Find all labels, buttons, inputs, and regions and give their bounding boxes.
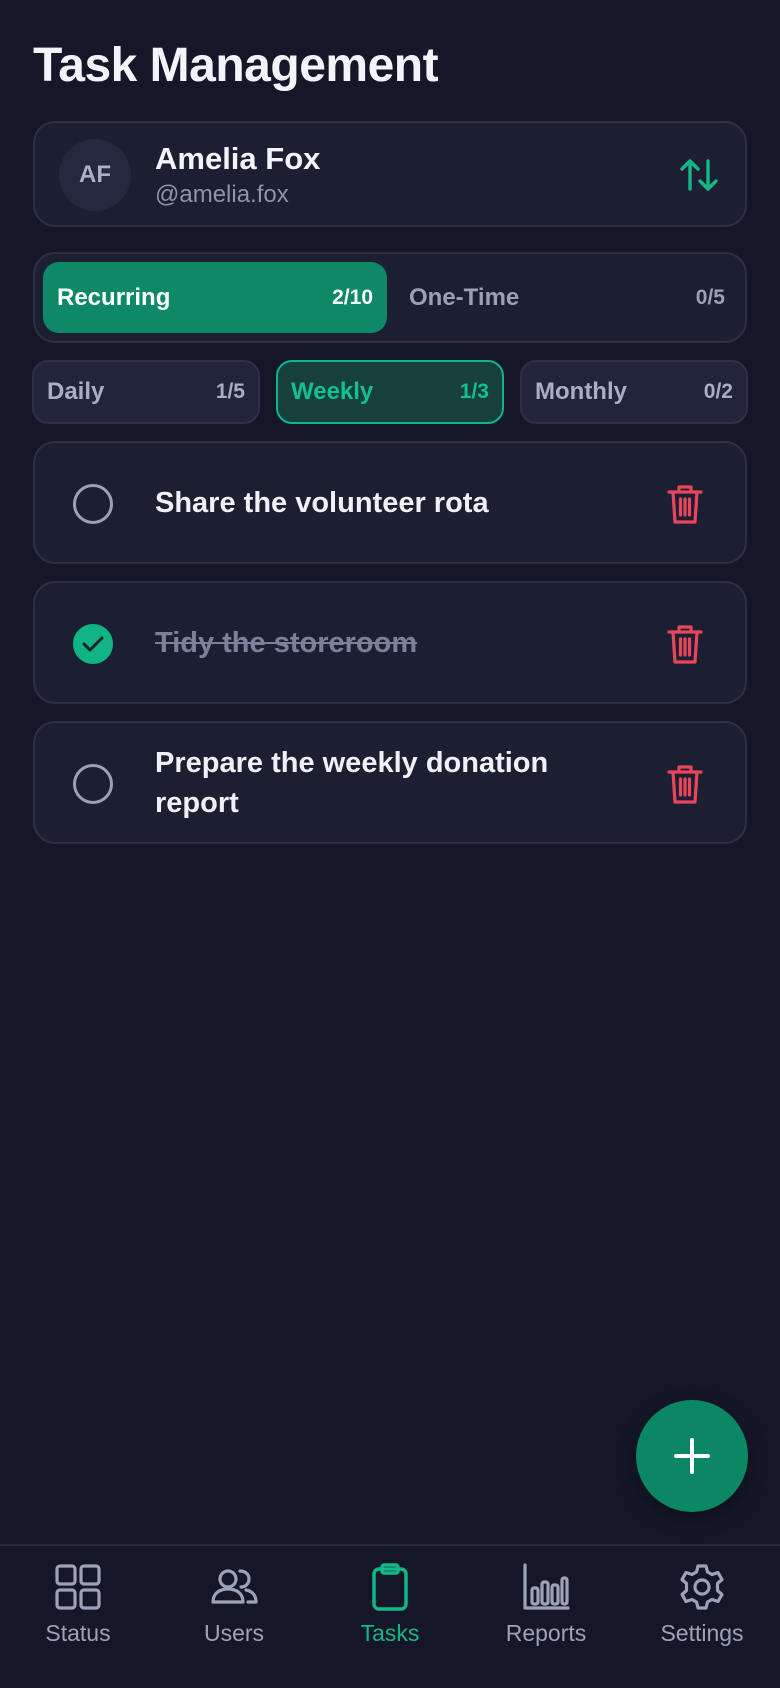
grid-icon [55,1564,101,1610]
task-title: Tidy the storeroom [155,626,418,659]
nav-label: Status [45,1620,111,1646]
nav-label: Tasks [360,1620,420,1646]
plus-icon [674,1438,710,1474]
tab-label: Daily [47,378,105,405]
nav-label: Reports [505,1620,587,1646]
bar-chart-icon [523,1563,570,1610]
tab-weekly[interactable]: Weekly 1/3 [276,360,504,424]
task-item: Prepare the weekly donation report [33,721,747,844]
tab-label: One-Time [409,283,520,311]
user-card: AF Amelia Fox @amelia.fox [33,121,747,227]
page-title: Task Management [33,39,439,92]
task-checkbox[interactable] [73,484,113,524]
tab-daily[interactable]: Daily 1/5 [32,360,260,424]
tab-count: 0/2 [703,380,733,403]
bottom-nav: Status Users Tasks Reports Settings [0,1544,780,1688]
tab-label: Monthly [535,378,627,405]
tab-label: Recurring [57,283,171,311]
tab-label: Weekly [291,378,374,405]
delete-task-trash-icon[interactable] [667,763,703,805]
clipboard-icon [372,1563,408,1611]
task-item: Tidy the storeroom [33,581,747,704]
task-title: Share the volunteer rota [155,486,489,519]
nav-item-users[interactable]: Users [156,1562,312,1662]
nav-label: Settings [660,1620,744,1646]
swap-vertical-icon [680,159,718,191]
nav-label: Users [203,1620,265,1646]
gear-icon [680,1564,724,1610]
checkmark-icon [82,636,104,652]
task-title: Prepare the weekly donation report [155,746,549,819]
delete-task-trash-icon[interactable] [667,623,703,665]
nav-item-reports[interactable]: Reports [468,1562,624,1662]
task-checkbox[interactable] [73,764,113,804]
tab-count: 0/5 [695,285,725,309]
tab-monthly[interactable]: Monthly 0/2 [520,360,748,424]
tab-one-time[interactable]: One-Time 0/5 [395,262,739,333]
avatar: AF [59,139,131,211]
tab-count: 2/10 [332,285,373,309]
user-handle: @amelia.fox [155,181,289,208]
delete-task-trash-icon[interactable] [667,483,703,525]
tab-count: 1/3 [459,380,489,403]
tab-recurring[interactable]: Recurring 2/10 [43,262,387,333]
switch-user-button[interactable] [677,153,721,197]
users-icon [211,1569,258,1604]
nav-item-tasks[interactable]: Tasks [312,1562,468,1662]
task-item: Share the volunteer rota [33,441,747,564]
tab-count: 1/5 [215,380,245,403]
task-type-tabs: Recurring 2/10 One-Time 0/5 [33,252,747,343]
user-name: Amelia Fox [155,141,321,176]
nav-item-status[interactable]: Status [0,1562,156,1662]
task-checkbox-checked[interactable] [73,624,113,664]
nav-item-settings[interactable]: Settings [624,1562,780,1662]
add-task-button[interactable] [636,1400,748,1512]
task-management-screen: Task Management AF Amelia Fox @amelia.fo… [0,0,780,1688]
